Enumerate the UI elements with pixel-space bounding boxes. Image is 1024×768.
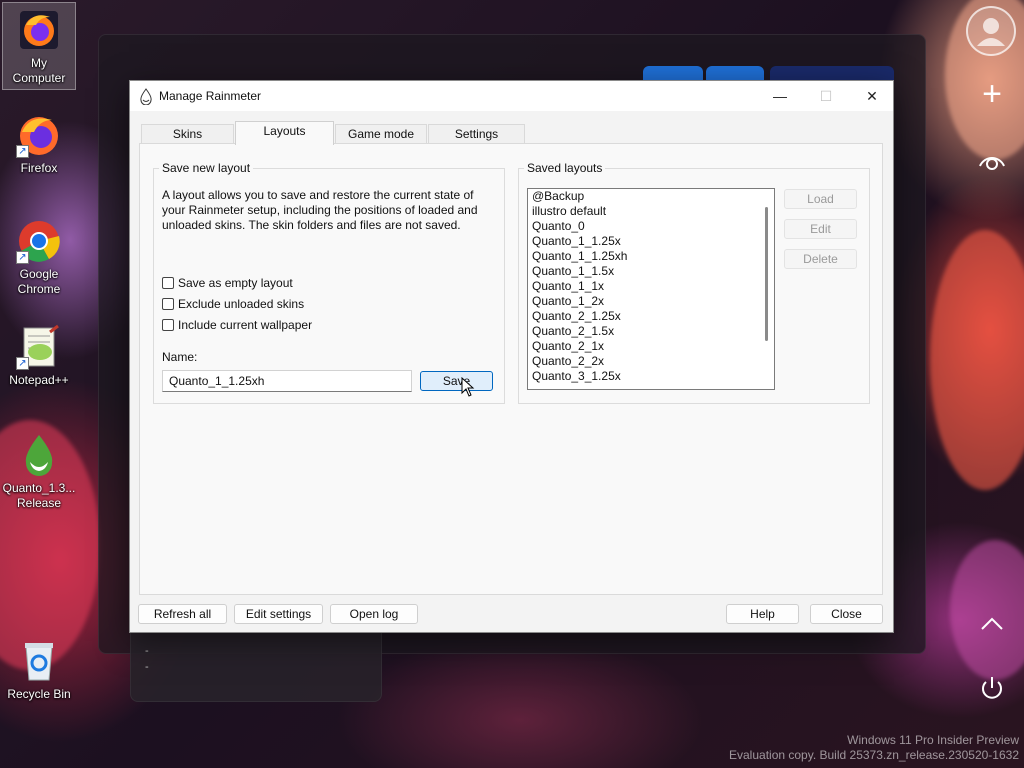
- saved-layouts-legend: Saved layouts: [524, 161, 606, 175]
- close-button[interactable]: Close: [810, 604, 883, 624]
- user-icon: [977, 18, 1005, 46]
- list-item[interactable]: Quanto_1_2x: [528, 294, 774, 309]
- save-as-empty-layout-checkbox[interactable]: Save as empty layout: [162, 276, 293, 292]
- add-icon[interactable]: +: [978, 77, 1006, 111]
- watermark-line: Windows 11 Pro Insider Preview: [847, 733, 1019, 747]
- save-new-layout-legend: Save new layout: [159, 161, 254, 175]
- desktop-icon-my-computer[interactable]: My Computer: [2, 2, 76, 90]
- edit-settings-button[interactable]: Edit settings: [234, 604, 323, 624]
- maximize-button: ☐: [819, 88, 833, 104]
- tab-skins[interactable]: Skins: [141, 124, 234, 144]
- name-label: Name:: [162, 350, 198, 364]
- list-item[interactable]: Quanto_1_1.5x: [528, 264, 774, 279]
- desktop-icon-label: Recycle Bin: [7, 687, 71, 701]
- user-avatar[interactable]: [966, 6, 1016, 56]
- window-title: Manage Rainmeter: [159, 89, 262, 103]
- desktop-icon-recycle-bin[interactable]: Recycle Bin: [2, 634, 76, 702]
- list-scrollbar[interactable]: [765, 207, 768, 341]
- chevron-up-icon[interactable]: [978, 612, 1006, 636]
- watermark-line: Evaluation copy. Build 25373.zn_release.…: [729, 748, 1019, 762]
- desktop-icon-notepadpp[interactable]: ↗ Notepad++: [2, 320, 76, 388]
- list-item[interactable]: Quanto_1_1.25x: [528, 234, 774, 249]
- title-bar[interactable]: Manage Rainmeter — ☐ ✕: [130, 81, 893, 111]
- checkbox-box: [162, 277, 174, 289]
- background-skin-line: -: [145, 645, 149, 657]
- checkbox-box: [162, 298, 174, 310]
- desktop-icon-label: Quanto_1.3... Release: [2, 481, 76, 510]
- windows-watermark: Windows 11 Pro Insider Preview Evaluatio…: [729, 733, 1019, 763]
- checkbox-label: Include current wallpaper: [178, 318, 313, 332]
- checkbox-label: Save as empty layout: [178, 276, 293, 290]
- refresh-all-button[interactable]: Refresh all: [138, 604, 227, 624]
- exclude-unloaded-skins-checkbox[interactable]: Exclude unloaded skins: [162, 297, 304, 313]
- checkbox-box: [162, 319, 174, 331]
- close-window-button[interactable]: ✕: [849, 81, 895, 111]
- power-icon[interactable]: [978, 674, 1006, 702]
- layout-name-input[interactable]: [162, 370, 412, 392]
- delete-layout-button[interactable]: Delete: [784, 249, 857, 269]
- desktop-icon-label: Notepad++: [9, 373, 69, 387]
- firefox-icon: ↗: [16, 112, 62, 158]
- layout-description: A layout allows you to save and restore …: [162, 188, 478, 232]
- include-current-wallpaper-checkbox[interactable]: Include current wallpaper: [162, 318, 312, 334]
- desktop-icon-label: Google Chrome: [17, 267, 61, 296]
- open-log-button[interactable]: Open log: [330, 604, 418, 624]
- background-skin-panel: - -: [130, 632, 382, 702]
- tab-game-mode[interactable]: Game mode: [335, 124, 427, 144]
- desktop-icon-label: Firefox: [20, 161, 58, 175]
- shortcut-arrow-icon: ↗: [16, 145, 29, 158]
- list-item[interactable]: Quanto_2_1.25x: [528, 309, 774, 324]
- save-new-layout-group: Save new layout A layout allows you to s…: [153, 161, 505, 404]
- rainmeter-drop-icon: [140, 88, 152, 105]
- minimize-button[interactable]: —: [757, 81, 803, 111]
- saved-layouts-list[interactable]: @Backup illustro default Quanto_0 Quanto…: [527, 188, 775, 390]
- edit-layout-button[interactable]: Edit: [784, 219, 857, 239]
- chrome-icon: ↗: [16, 218, 62, 264]
- desktop-icon-google-chrome[interactable]: ↗ Google Chrome: [2, 214, 76, 297]
- shortcut-arrow-icon: ↗: [16, 251, 29, 264]
- list-item[interactable]: illustro default: [528, 204, 774, 219]
- saved-layouts-group: Saved layouts @Backup illustro default Q…: [518, 161, 870, 404]
- help-button[interactable]: Help: [726, 604, 799, 624]
- desktop-icon-label: My Computer: [12, 56, 66, 85]
- save-layout-button[interactable]: Save: [420, 371, 493, 391]
- manage-rainmeter-window: Manage Rainmeter — ☐ ✕ Skins Layouts Gam…: [129, 80, 894, 633]
- list-item[interactable]: Quanto_3_1.25x: [528, 369, 774, 384]
- notepadpp-icon: ↗: [16, 324, 62, 370]
- layouts-tab-panel: Save new layout A layout allows you to s…: [139, 143, 883, 595]
- background-skin-line: -: [145, 661, 149, 673]
- shortcut-arrow-icon: ↗: [16, 357, 29, 370]
- list-item[interactable]: @Backup: [528, 189, 774, 204]
- checkbox-label: Exclude unloaded skins: [178, 297, 305, 311]
- desktop-icon-firefox[interactable]: ↗ Firefox: [2, 108, 76, 176]
- list-item[interactable]: Quanto_2_2x: [528, 354, 774, 369]
- list-item[interactable]: Quanto_1_1x: [528, 279, 774, 294]
- recycle-bin-icon: [16, 638, 62, 684]
- list-item[interactable]: Quanto_2_1.5x: [528, 324, 774, 339]
- eye-icon[interactable]: [976, 148, 1008, 172]
- tab-settings[interactable]: Settings: [428, 124, 525, 144]
- load-layout-button[interactable]: Load: [784, 189, 857, 209]
- desktop-icon-quanto-release[interactable]: Quanto_1.3... Release: [2, 428, 76, 511]
- mouse-cursor-icon: [461, 377, 475, 397]
- rainmeter-drop-icon: [16, 432, 62, 478]
- firefox-icon: [16, 7, 62, 53]
- list-item[interactable]: Quanto_1_1.25xh: [528, 249, 774, 264]
- list-item[interactable]: Quanto_0: [528, 219, 774, 234]
- tab-layouts[interactable]: Layouts: [235, 121, 334, 145]
- list-item[interactable]: Quanto_2_1x: [528, 339, 774, 354]
